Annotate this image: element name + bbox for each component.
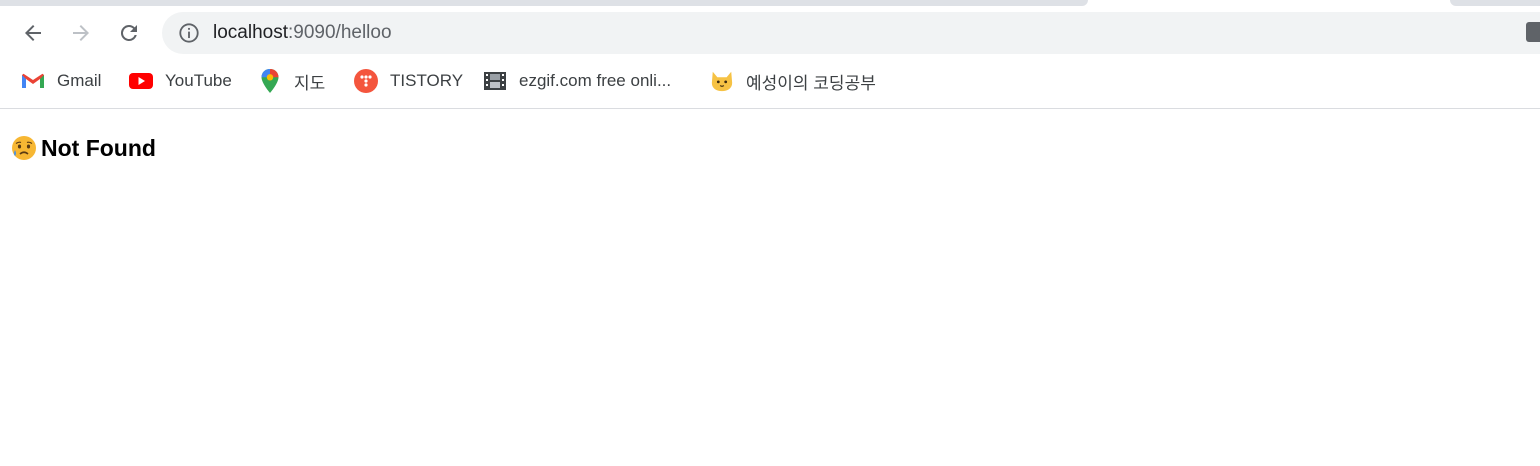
page-title: Not Found — [10, 134, 156, 162]
bookmark-label: Gmail — [57, 71, 102, 90]
url-host: localhost — [213, 22, 288, 43]
arrow-left-icon — [25, 25, 41, 41]
bookmark-label: TISTORY — [390, 71, 464, 90]
reload-icon — [120, 24, 137, 41]
bookmark-ezgif[interactable]: ezgif.com free onli... — [483, 64, 671, 98]
bookmark-tistory[interactable]: TISTORY — [354, 64, 463, 98]
tab-strip — [0, 0, 1540, 6]
info-icon[interactable] — [178, 22, 200, 44]
cat-icon — [710, 69, 734, 93]
bookmark-label: YouTube — [165, 71, 232, 90]
bookmark-label: ezgif.com free onli... — [519, 71, 672, 90]
address-bar[interactable]: localhost:9090/helloo — [162, 12, 1540, 54]
sad-face-emoji-icon — [12, 136, 36, 160]
browser-chrome: localhost:9090/helloo Gmail YouTube 지도 T… — [0, 0, 1540, 109]
arrow-right-icon — [73, 25, 89, 41]
back-button[interactable] — [16, 16, 50, 50]
bookmarks-bar: Gmail YouTube 지도 TISTORY ezgif.com free … — [0, 64, 1540, 98]
youtube-icon — [129, 69, 153, 93]
bookmark-gmail[interactable]: Gmail — [21, 64, 101, 98]
bookmark-label: 예성이의 코딩공부 — [746, 73, 876, 93]
bookmark-label: 지도 — [294, 73, 326, 93]
reload-button[interactable] — [112, 16, 146, 50]
bookmark-youtube[interactable]: YouTube — [129, 64, 232, 98]
url-text[interactable]: localhost:9090/helloo — [213, 22, 392, 44]
maps-pin-icon — [258, 69, 282, 93]
page-content: Not Found — [0, 109, 1540, 466]
forward-button[interactable] — [64, 16, 98, 50]
extension-icon[interactable] — [1526, 22, 1540, 42]
bookmark-maps[interactable]: 지도 — [258, 64, 325, 98]
film-icon — [483, 69, 507, 93]
gmail-icon — [21, 69, 45, 93]
tistory-icon — [354, 69, 378, 93]
url-path: :9090/helloo — [288, 22, 392, 43]
inactive-tab-area[interactable] — [0, 0, 1088, 6]
bookmark-coding-blog[interactable]: 예성이의 코딩공부 — [710, 64, 876, 98]
page-title-text: Not Found — [41, 134, 156, 161]
inactive-tab-area-right[interactable] — [1450, 0, 1540, 6]
